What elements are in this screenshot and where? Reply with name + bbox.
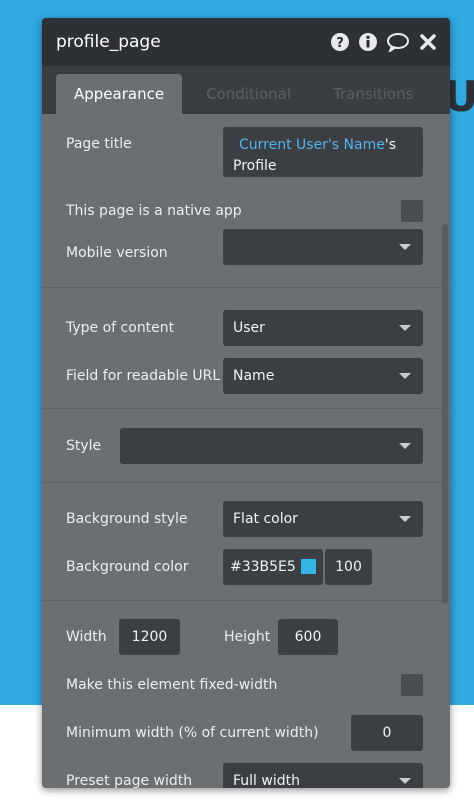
panel-content: Page title Current User's Name's Profile…	[42, 114, 450, 788]
chevron-down-icon	[399, 443, 411, 449]
chevron-down-icon	[399, 244, 411, 250]
fixed-width-label: Make this element fixed-width	[66, 677, 278, 693]
section-content-type: Type of content User Field for readable …	[42, 288, 450, 409]
width-label: Width	[66, 629, 107, 645]
min-width-input[interactable]: 0	[351, 715, 423, 751]
preset-width-dropdown[interactable]: Full width	[223, 763, 423, 788]
native-app-checkbox[interactable]	[401, 200, 423, 222]
background-style-label: Background style	[66, 511, 188, 527]
height-input[interactable]: 600	[278, 619, 338, 655]
dynamic-expression-current-user-name[interactable]: Current User's Name	[239, 137, 385, 153]
preset-width-label: Preset page width	[66, 773, 193, 788]
panel-title: profile_page	[56, 32, 161, 52]
page-title-line2: Profile	[233, 158, 277, 174]
readable-url-label: Field for readable URL	[66, 368, 221, 384]
style-label: Style	[66, 438, 102, 454]
info-circle-icon[interactable]	[358, 32, 378, 52]
property-editor-panel: profile_page ? Appearance Conditional Tr…	[42, 18, 450, 788]
panel-titlebar[interactable]: profile_page ?	[42, 18, 450, 66]
chevron-down-icon	[399, 516, 411, 522]
tab-appearance[interactable]: Appearance	[56, 74, 183, 114]
chevron-down-icon	[399, 325, 411, 331]
color-swatch[interactable]	[301, 559, 316, 574]
fixed-width-checkbox[interactable]	[401, 674, 423, 696]
style-dropdown[interactable]	[120, 428, 423, 464]
chevron-down-icon	[399, 778, 411, 784]
background-style-dropdown[interactable]: Flat color	[223, 501, 423, 537]
height-label: Height	[224, 629, 271, 645]
min-width-label: Minimum width (% of current width)	[66, 725, 319, 741]
section-page: Page title Current User's Name's Profile…	[42, 114, 450, 288]
background-color-field[interactable]: #33B5E5	[223, 549, 323, 585]
background-opacity-field[interactable]: 100	[325, 549, 372, 585]
page-title-suffix: 's	[384, 137, 396, 153]
svg-text:?: ?	[336, 36, 344, 51]
tab-transitions[interactable]: Transitions	[315, 74, 431, 114]
readable-url-dropdown[interactable]: Name	[223, 358, 423, 394]
mobile-version-label: Mobile version	[66, 245, 168, 261]
comment-icon[interactable]	[386, 32, 410, 52]
chevron-down-icon	[399, 373, 411, 379]
tab-conditional[interactable]: Conditional	[188, 74, 309, 114]
question-circle-icon[interactable]: ?	[330, 32, 350, 52]
type-of-content-label: Type of content	[66, 320, 175, 336]
background-color-label: Background color	[66, 559, 189, 575]
background-color-hex: #33B5E5	[230, 559, 296, 575]
page-title-label: Page title	[66, 136, 132, 152]
section-style: Style	[42, 409, 450, 483]
section-background: Background style Flat color Background c…	[42, 483, 450, 601]
tab-bar: Appearance Conditional Transitions	[42, 66, 450, 114]
section-dimensions: Width 1200 Height 600 Make this element …	[42, 601, 450, 788]
page-title-field[interactable]: Current User's Name's Profile	[223, 127, 423, 177]
native-app-label: This page is a native app	[66, 203, 242, 219]
panel-scrollbar[interactable]	[442, 224, 448, 604]
close-icon[interactable]	[418, 32, 438, 52]
width-input[interactable]: 1200	[119, 619, 180, 655]
type-of-content-dropdown[interactable]: User	[223, 310, 423, 346]
mobile-version-dropdown[interactable]	[223, 229, 423, 265]
